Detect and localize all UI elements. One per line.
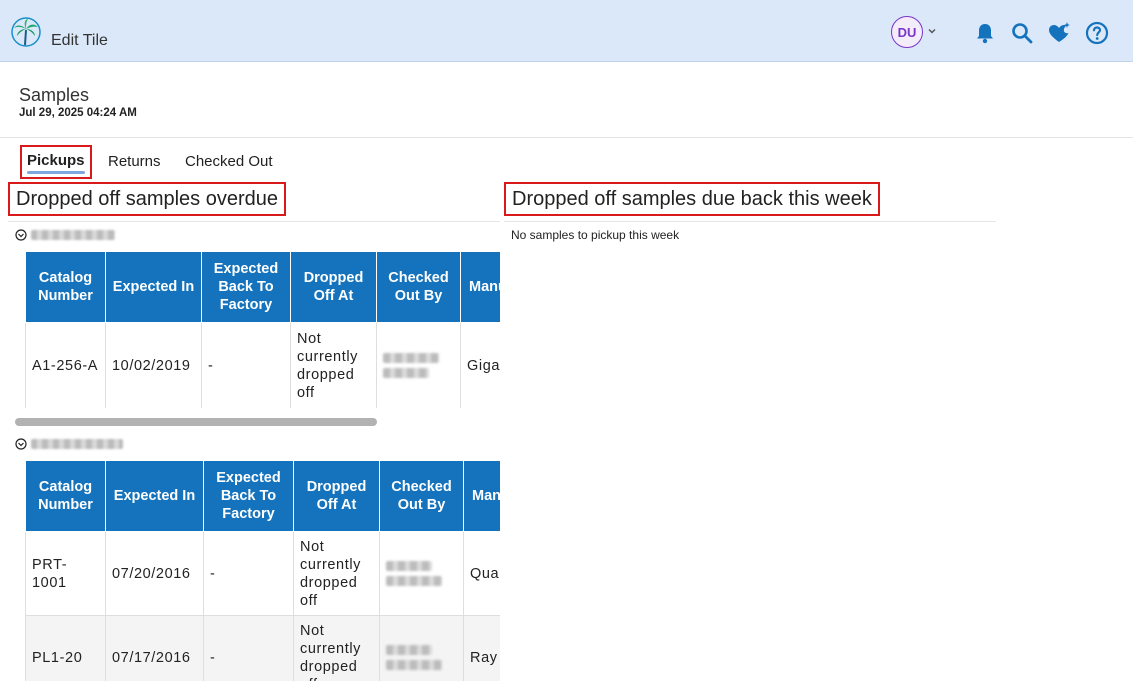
dropped-off-at-cell: Not currently dropped off bbox=[293, 531, 380, 616]
manufacturer-cell: Qua Man bbox=[463, 531, 500, 616]
column-header[interactable]: Checked Out By bbox=[379, 460, 464, 532]
column-header[interactable]: Dropped Off At bbox=[293, 460, 380, 532]
collapse-chevron-icon[interactable] bbox=[15, 438, 27, 450]
tab-pickups[interactable]: Pickups bbox=[20, 145, 92, 179]
checked-out-by-cell bbox=[379, 531, 464, 616]
divider bbox=[504, 221, 996, 222]
column-header[interactable]: Catalog Number bbox=[25, 251, 106, 323]
manufacturer-cell: Giga Fixtu Lam bbox=[460, 322, 500, 408]
column-header[interactable]: Expected Back To Factory bbox=[201, 251, 291, 323]
table-header-row: Catalog Number Expected In Expected Back… bbox=[25, 251, 500, 323]
group-header[interactable] bbox=[15, 438, 123, 450]
back-to-factory-cell: - bbox=[201, 322, 291, 408]
dropped-off-at-cell: Not currently dropped off bbox=[290, 322, 377, 408]
redacted-name bbox=[386, 660, 442, 670]
column-header[interactable]: Dropped Off At bbox=[290, 251, 377, 323]
help-icon[interactable] bbox=[1085, 21, 1109, 45]
redacted-name bbox=[383, 353, 439, 363]
column-header[interactable]: Expected In bbox=[105, 251, 202, 323]
palm-tree-logo-icon[interactable] bbox=[10, 16, 42, 48]
search-icon[interactable] bbox=[1010, 21, 1034, 45]
collapse-chevron-icon[interactable] bbox=[15, 229, 27, 241]
table-row[interactable]: A1-256-A 10/02/2019 - Not currently drop… bbox=[25, 322, 500, 408]
bell-icon[interactable] bbox=[973, 21, 997, 45]
table-row[interactable]: PRT-1001 07/20/2016 - Not currently drop… bbox=[25, 531, 500, 616]
redacted-name bbox=[386, 645, 432, 655]
app-title: Edit Tile bbox=[51, 32, 108, 49]
redacted-group-label bbox=[31, 230, 115, 240]
column-header[interactable]: Manufacturer bbox=[460, 251, 500, 323]
manufacturer-cell: Ray Ligh bbox=[463, 615, 500, 681]
redacted-group-label bbox=[31, 439, 123, 449]
page-title: Samples bbox=[19, 85, 90, 105]
table-row[interactable]: PL1-20 07/17/2016 - Not currently droppe… bbox=[25, 615, 500, 681]
overdue-section-title: Dropped off samples overdue bbox=[8, 182, 287, 216]
tab-returns[interactable]: Returns bbox=[108, 147, 161, 181]
column-header[interactable]: Expected In bbox=[105, 460, 204, 532]
page-timestamp: Jul 29, 2025 04:24 AM bbox=[19, 107, 137, 119]
tab-label: Pickups bbox=[27, 152, 85, 169]
column-header[interactable]: Checked Out By bbox=[376, 251, 461, 323]
horizontal-scrollbar[interactable] bbox=[15, 418, 500, 426]
checked-out-by-cell bbox=[376, 322, 461, 408]
column-header[interactable]: Manufacturer bbox=[463, 460, 500, 532]
back-to-factory-cell: - bbox=[203, 531, 294, 616]
column-header[interactable]: Expected Back To Factory bbox=[203, 460, 294, 532]
overdue-table: Catalog Number Expected In Expected Back… bbox=[25, 460, 500, 681]
redacted-name bbox=[383, 368, 429, 378]
back-to-factory-cell: - bbox=[203, 615, 294, 681]
overdue-table-container: Catalog Number Expected In Expected Back… bbox=[25, 460, 500, 681]
user-avatar[interactable]: DU bbox=[891, 16, 923, 48]
redacted-name bbox=[386, 576, 442, 586]
catalog-number-cell: PRT-1001 bbox=[25, 531, 106, 616]
checked-out-by-cell bbox=[379, 615, 464, 681]
top-bar: Edit Tile DU bbox=[0, 0, 1133, 62]
table-header-row: Catalog Number Expected In Expected Back… bbox=[25, 460, 500, 532]
chevron-down-icon[interactable] bbox=[926, 25, 938, 37]
expected-in-cell: 10/02/2019 bbox=[105, 322, 202, 408]
tab-checked-out[interactable]: Checked Out bbox=[185, 147, 273, 181]
expected-in-cell: 07/17/2016 bbox=[105, 615, 204, 681]
divider bbox=[8, 221, 500, 222]
group-header[interactable] bbox=[15, 229, 115, 241]
catalog-number-cell: PL1-20 bbox=[25, 615, 106, 681]
due-this-week-section-title: Dropped off samples due back this week bbox=[504, 182, 880, 216]
catalog-number-cell: A1-256-A bbox=[25, 322, 106, 408]
expected-in-cell: 07/20/2016 bbox=[105, 531, 204, 616]
redacted-name bbox=[386, 561, 432, 571]
heart-sparkle-icon[interactable] bbox=[1047, 21, 1071, 45]
overdue-table: Catalog Number Expected In Expected Back… bbox=[25, 251, 500, 408]
dropped-off-at-cell: Not currently dropped off bbox=[293, 615, 380, 681]
active-tab-indicator bbox=[27, 171, 85, 174]
page-header: Samples Jul 29, 2025 04:24 AM bbox=[0, 62, 1133, 138]
overdue-table-container: Catalog Number Expected In Expected Back… bbox=[25, 251, 500, 408]
column-header[interactable]: Catalog Number bbox=[25, 460, 106, 532]
scrollbar-thumb[interactable] bbox=[15, 418, 377, 426]
empty-state-message: No samples to pickup this week bbox=[511, 228, 680, 242]
